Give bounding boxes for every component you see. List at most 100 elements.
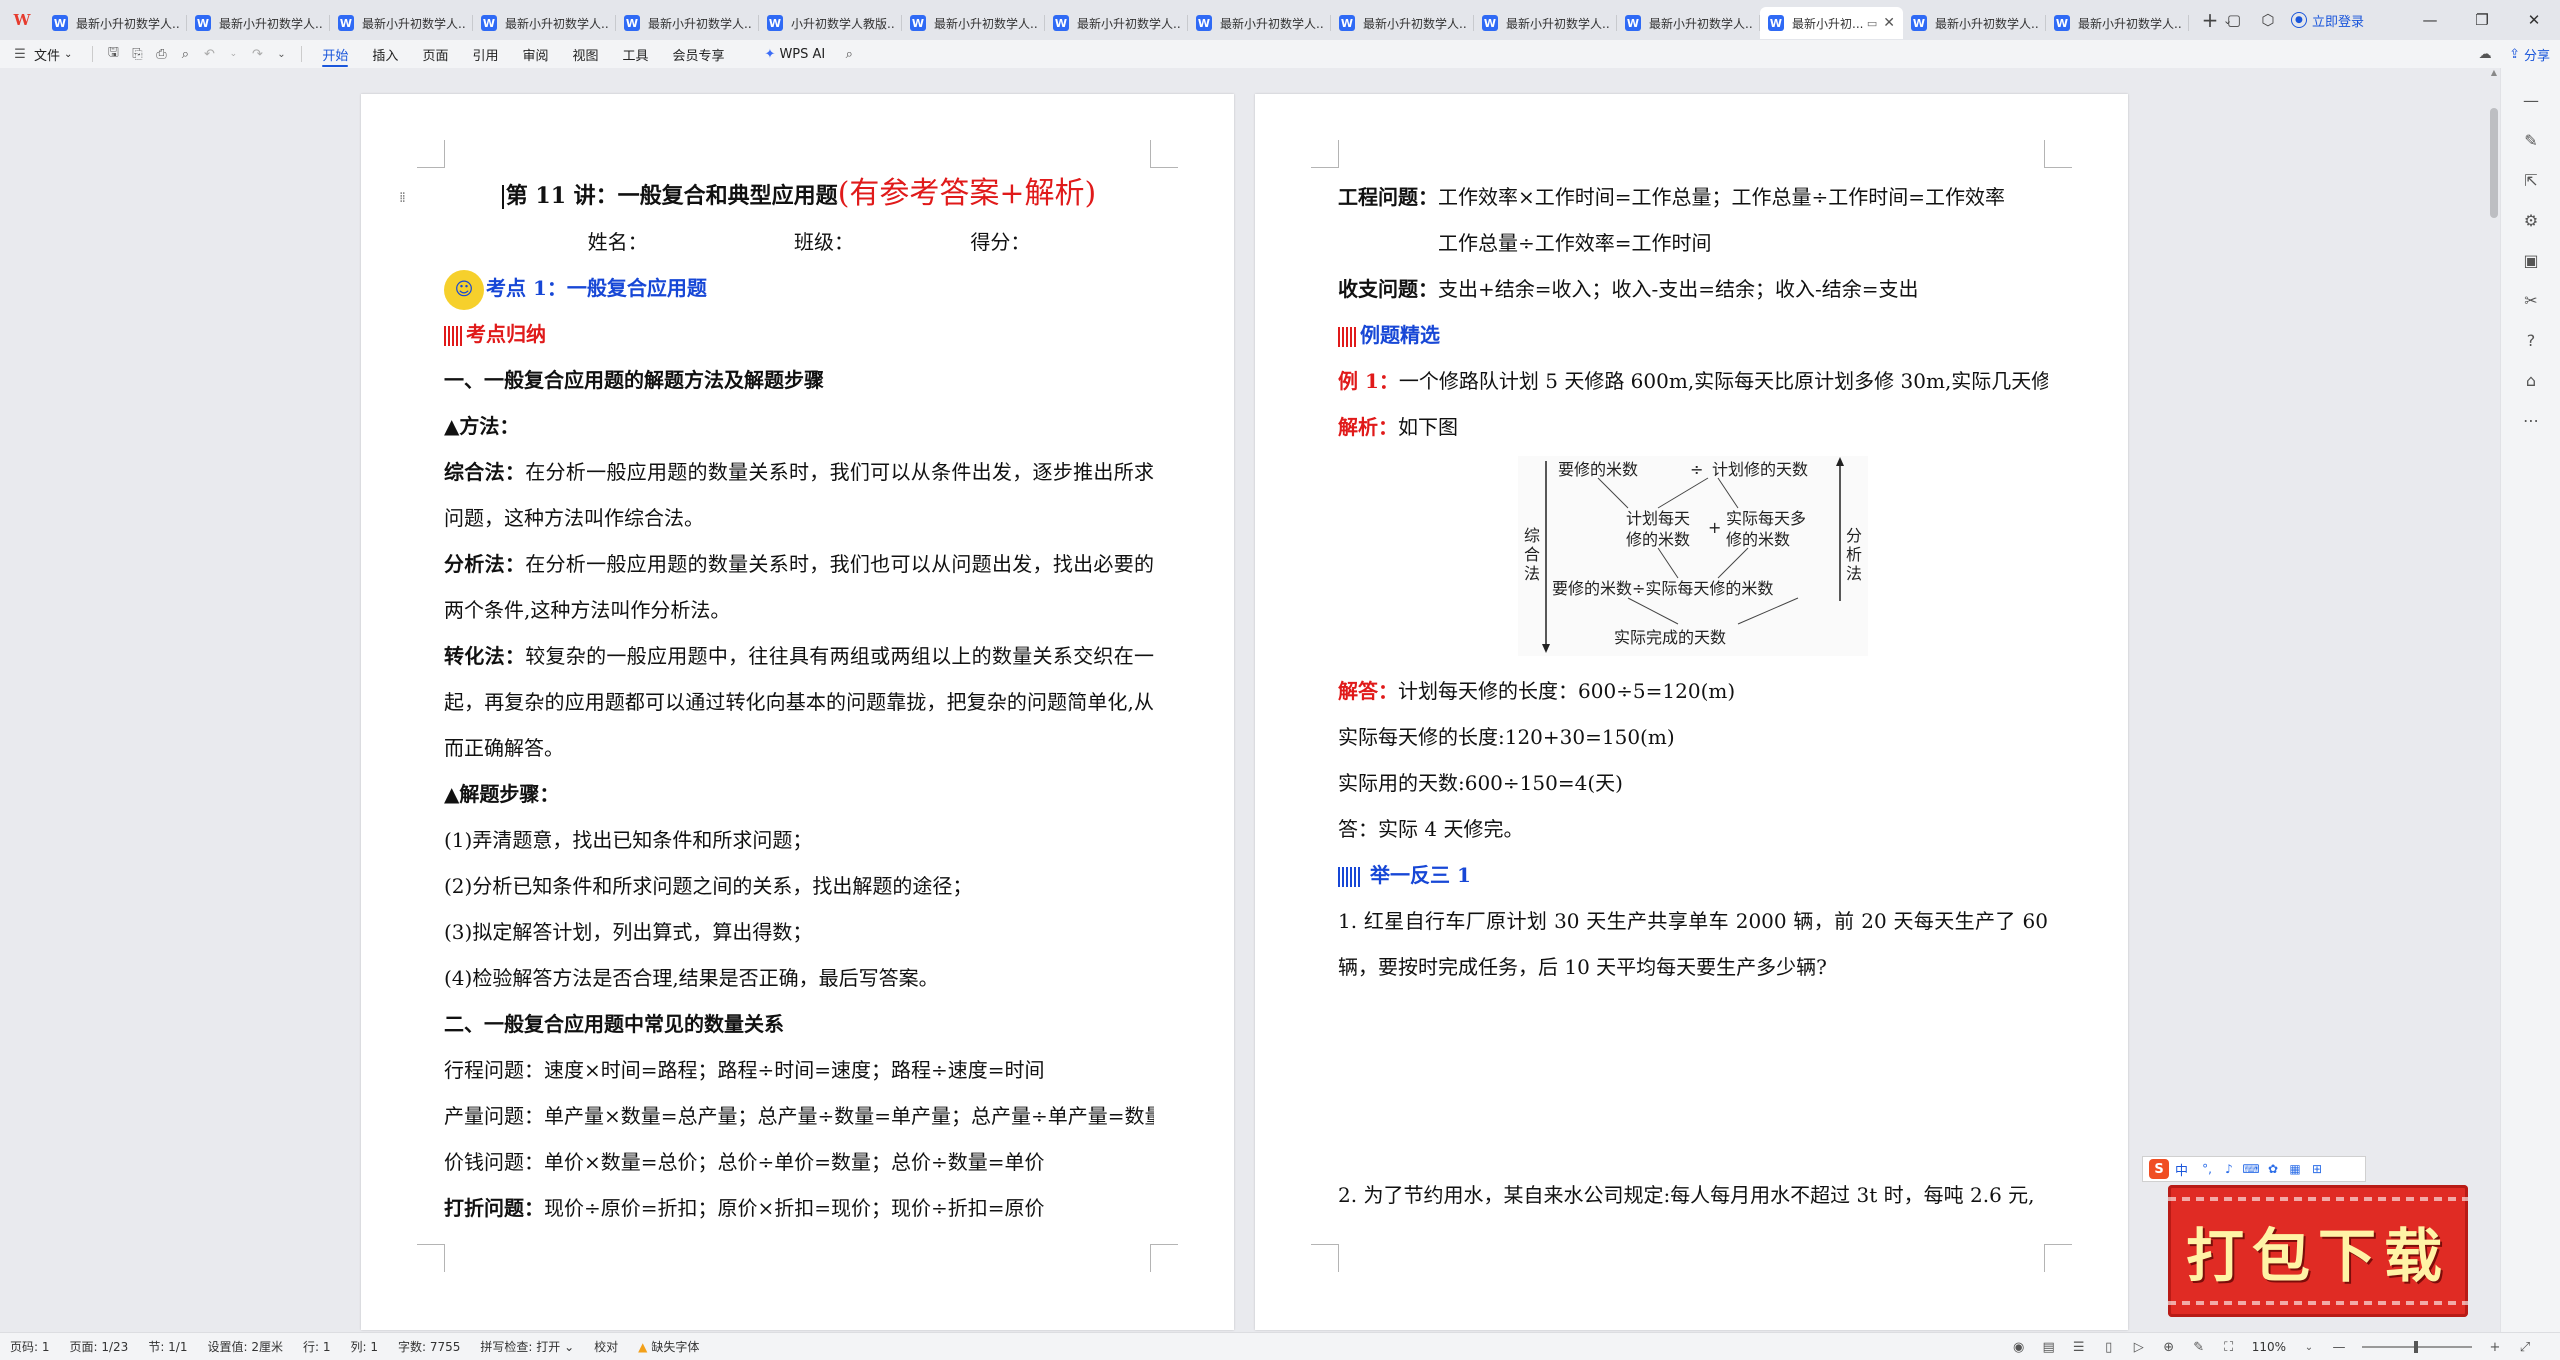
skin-icon[interactable]: ✿ xyxy=(2262,1162,2284,1176)
minimize-icon[interactable]: — xyxy=(2404,0,2456,40)
tab-home[interactable]: 开始 xyxy=(310,40,360,68)
tab-member[interactable]: 会员专享 xyxy=(661,40,737,68)
zoom-out-icon[interactable]: — xyxy=(2324,1340,2354,1355)
document-area[interactable]: ⁞⁞ 第 11 讲：一般复合和典型应用题(有参考答案+解析) 姓名： 班级： 得… xyxy=(0,68,2488,1332)
tab-insert[interactable]: 插入 xyxy=(360,40,410,68)
hamburger-icon[interactable]: ☰ xyxy=(8,42,32,66)
tab-label: 最新小升初... xyxy=(1792,16,1863,31)
document-tab[interactable]: W 最新小升初数学人... xyxy=(473,7,616,39)
spell-check[interactable]: 拼写检查: 打开 ⌄ xyxy=(470,1338,584,1355)
question-1: 1. 红星自行车厂原计划 30 天生产共享单车 2000 辆，前 20 天每天生… xyxy=(1338,909,2048,979)
drag-handle-icon[interactable]: ⁞⁞ xyxy=(399,190,406,206)
fullscreen-icon[interactable]: ⤢ xyxy=(2510,1340,2540,1355)
tab-review[interactable]: 审阅 xyxy=(510,40,560,68)
zoom-slider[interactable] xyxy=(2362,1341,2472,1353)
status-word-count[interactable]: 字数: 7755 xyxy=(388,1338,470,1355)
scroll-up-icon[interactable]: ▲ xyxy=(2488,68,2500,82)
fit-icon[interactable]: ⛶ xyxy=(2214,1340,2244,1355)
pen-icon[interactable]: ✎ xyxy=(2184,1340,2214,1355)
document-tab[interactable]: W 最新小升初数学人... xyxy=(616,7,759,39)
login-button[interactable]: ● 立即登录 xyxy=(2290,11,2364,30)
eye-protect-icon[interactable]: ◉ xyxy=(2004,1340,2034,1355)
document-tab[interactable]: W 小升初数学人教版... xyxy=(759,7,902,39)
list-view-icon[interactable]: ☰ xyxy=(2064,1340,2094,1355)
edit-icon[interactable]: ✎ xyxy=(2501,120,2560,160)
restore-icon[interactable]: ❐ xyxy=(2456,0,2508,40)
keyboard-icon[interactable]: ⌨ xyxy=(2240,1162,2262,1176)
document-tab[interactable]: W 最新小升初数学人... xyxy=(1617,7,1760,39)
document-tab[interactable]: W 最新小升初数学人... xyxy=(1331,7,1474,39)
export-pdf-icon[interactable]: ⎘ xyxy=(125,42,149,66)
page-1[interactable]: ⁞⁞ 第 11 讲：一般复合和典型应用题(有参考答案+解析) 姓名： 班级： 得… xyxy=(361,94,1234,1330)
zoom-in-icon[interactable]: + xyxy=(2480,1340,2510,1355)
tab-view[interactable]: 视图 xyxy=(560,40,610,68)
zoom-level[interactable]: 110% xyxy=(2252,1340,2286,1354)
tab-tools[interactable]: 工具 xyxy=(611,40,661,68)
status-page[interactable]: 页码: 1 xyxy=(0,1338,60,1355)
status-row[interactable]: 行: 1 xyxy=(293,1338,341,1355)
image-icon[interactable]: ▣ xyxy=(2501,240,2560,280)
document-tab[interactable]: W 最新小升初数学人... xyxy=(187,7,330,39)
document-tab[interactable]: W 最新小升初数学人... xyxy=(1474,7,1617,39)
document-tab[interactable]: W 最新小升初数学人... xyxy=(1188,7,1331,39)
cloud-sync-icon[interactable]: ☁ xyxy=(2473,42,2497,66)
missing-font[interactable]: ▲ 缺失字体 xyxy=(628,1338,709,1355)
document-tab[interactable]: W 最新小升初... ▭ ✕ xyxy=(1760,7,1903,39)
share-button[interactable]: ⇪ 分享 xyxy=(2509,45,2550,64)
wps-ai-button[interactable]: ✦ WPS AI xyxy=(753,40,838,68)
save-icon[interactable]: 🖫 xyxy=(101,42,125,66)
download-promo[interactable]: 打包下载 xyxy=(2160,1175,2480,1327)
document-tab[interactable]: W 最新小升初数学人... xyxy=(1903,7,2046,39)
box-icon[interactable]: ⬡ xyxy=(2251,3,2285,37)
zoom-slider-knob[interactable] xyxy=(2414,1341,2418,1353)
page-view-icon[interactable]: ▤ xyxy=(2034,1340,2064,1355)
page-2[interactable]: 工程问题：工作效率×工作时间=工作总量；工作总量÷工作时间=工作效率 工作总量÷… xyxy=(1255,94,2128,1330)
print-icon[interactable]: ⎙ xyxy=(149,42,173,66)
document-tab[interactable]: W 最新小升初数学人... xyxy=(1045,7,1188,39)
tab-references[interactable]: 引用 xyxy=(460,40,510,68)
mic-icon[interactable]: ♪ xyxy=(2218,1162,2240,1176)
collapse-icon[interactable]: — xyxy=(2501,80,2560,120)
more-icon[interactable]: ⋯ xyxy=(2501,400,2560,440)
wps-logo-icon[interactable]: W xyxy=(0,0,44,40)
undo-chevron-icon[interactable]: ⌄ xyxy=(221,42,245,66)
web-view-icon[interactable]: ⊕ xyxy=(2154,1340,2184,1355)
print-preview-icon[interactable]: ⌕ xyxy=(173,42,197,66)
redo-icon[interactable]: ↷ xyxy=(245,42,269,66)
help-icon[interactable]: ? xyxy=(2501,320,2560,360)
layout-icon[interactable]: ⌂ xyxy=(2501,360,2560,400)
status-section[interactable]: 节: 1/1 xyxy=(138,1338,197,1355)
punctuation-icon[interactable]: °, xyxy=(2196,1162,2218,1176)
grid-icon[interactable]: ⊞ xyxy=(2306,1162,2328,1176)
read-view-icon[interactable]: ▯ xyxy=(2094,1340,2124,1355)
play-icon[interactable]: ▷ xyxy=(2124,1340,2154,1355)
margin-corner xyxy=(1311,140,1339,168)
monitor-icon[interactable]: ▭ xyxy=(1867,17,1877,30)
status-col[interactable]: 列: 1 xyxy=(340,1338,388,1355)
toolbox-icon[interactable]: ▦ xyxy=(2284,1162,2306,1176)
zoom-chevron-icon[interactable]: ⌄ xyxy=(2294,1342,2324,1353)
search-icon[interactable]: ⌕ xyxy=(837,42,861,66)
document-tab[interactable]: W 最新小升初数学人... xyxy=(902,7,1045,39)
close-tab-icon[interactable]: ✕ xyxy=(1883,15,1895,31)
file-menu[interactable]: 文件 ⌄ xyxy=(32,40,84,68)
status-setting[interactable]: 设置值: 2厘米 xyxy=(197,1338,293,1355)
scrollbar-thumb[interactable] xyxy=(2490,108,2498,218)
more-chevron-icon[interactable]: ⌄ xyxy=(269,42,293,66)
undo-icon[interactable]: ↶ xyxy=(197,42,221,66)
promo-box[interactable]: 打包下载 xyxy=(2168,1185,2468,1317)
window-layout-icon[interactable]: ▢ xyxy=(2217,3,2251,37)
document-tab[interactable]: W 最新小升初数学人... xyxy=(2046,7,2189,39)
spell-check-label: 拼写检查: 打开 xyxy=(480,1340,561,1354)
tab-page[interactable]: 页面 xyxy=(410,40,460,68)
close-window-icon[interactable]: ✕ xyxy=(2508,0,2560,40)
document-tab[interactable]: W 最新小升初数学人... xyxy=(330,7,473,39)
wps-ai-label: WPS AI xyxy=(779,46,826,62)
status-pages[interactable]: 页面: 1/23 xyxy=(60,1338,139,1355)
status-proof[interactable]: 校对 xyxy=(584,1338,628,1355)
vertical-scrollbar[interactable]: ▲ xyxy=(2488,68,2500,1332)
document-tab[interactable]: W 最新小升初数学人... xyxy=(44,7,187,39)
settings-sliders-icon[interactable]: ⚙ xyxy=(2501,200,2560,240)
tools-icon[interactable]: ✂ xyxy=(2501,280,2560,320)
select-icon[interactable]: ⇱ xyxy=(2501,160,2560,200)
